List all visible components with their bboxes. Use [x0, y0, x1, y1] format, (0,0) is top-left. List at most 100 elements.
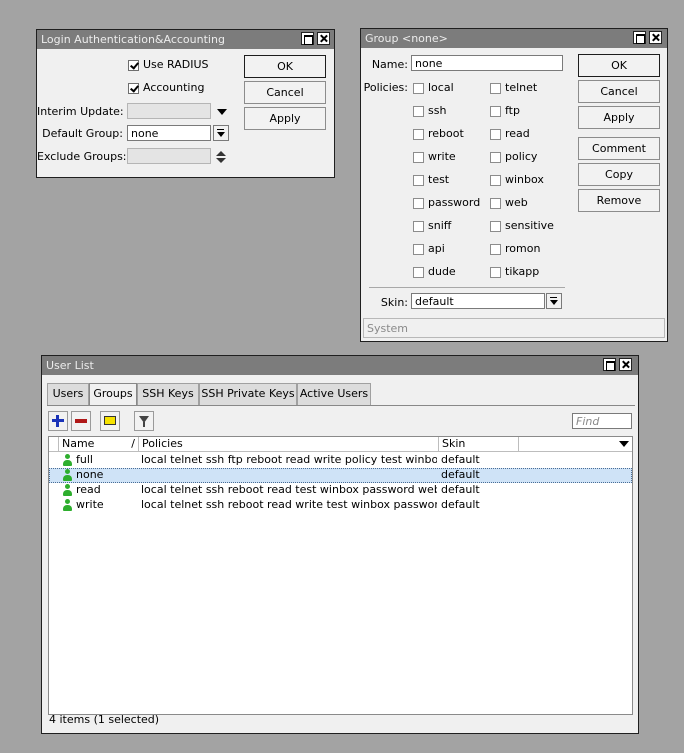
add-icon	[52, 415, 64, 427]
policy-ftp-checkbox[interactable]	[490, 106, 501, 117]
title-bar[interactable]: User List	[42, 356, 638, 375]
row-skin: default	[441, 498, 480, 511]
close-icon[interactable]	[649, 31, 662, 44]
ok-button[interactable]: OK	[578, 54, 660, 77]
copy-button[interactable]: Copy	[578, 163, 660, 186]
filter-icon-stem	[143, 422, 145, 427]
maximize-icon[interactable]	[633, 31, 646, 44]
policy-sensitive-checkbox[interactable]	[490, 221, 501, 232]
policy-read-checkbox[interactable]	[490, 129, 501, 140]
column-header-empty	[519, 437, 632, 452]
exclude-groups-field[interactable]	[127, 148, 211, 164]
column-header-name[interactable]: Name /	[59, 437, 139, 452]
expand-down-icon[interactable]	[217, 109, 227, 115]
add-remove-arrows-icon[interactable]	[216, 151, 226, 163]
name-field[interactable]: none	[411, 55, 563, 71]
policy-api-checkbox[interactable]	[413, 244, 424, 255]
group-icon	[63, 454, 72, 466]
window-title: Login Authentication&Accounting	[41, 33, 225, 46]
close-icon[interactable]	[317, 32, 330, 45]
policy-policy-checkbox[interactable]	[490, 152, 501, 163]
row-name: full	[76, 453, 93, 466]
policy-password-checkbox[interactable]	[413, 198, 424, 209]
remove-button[interactable]	[71, 411, 91, 431]
table-row[interactable]: none default	[49, 468, 632, 483]
policy-winbox-checkbox[interactable]	[490, 175, 501, 186]
policy-test-checkbox[interactable]	[413, 175, 424, 186]
use-radius-checkbox[interactable]	[128, 60, 139, 71]
skin-field[interactable]: default	[411, 293, 545, 309]
interim-update-field[interactable]	[127, 103, 211, 119]
tab-ssh-private-keys[interactable]: SSH Private Keys	[199, 383, 297, 405]
policy-romon-checkbox[interactable]	[490, 244, 501, 255]
policy-ssh-checkbox[interactable]	[413, 106, 424, 117]
row-skin: default	[441, 453, 480, 466]
title-bar[interactable]: Login Authentication&Accounting	[37, 30, 334, 49]
policy-local-checkbox[interactable]	[413, 83, 424, 94]
ok-button[interactable]: OK	[244, 55, 326, 78]
add-icon-bar	[56, 415, 59, 427]
row-name: none	[76, 468, 104, 481]
maximize-icon[interactable]	[301, 32, 314, 45]
group-icon	[63, 499, 72, 511]
policy-test-label: test	[428, 173, 450, 186]
policy-dude-label: dude	[428, 265, 456, 278]
tab-groups[interactable]: Groups	[89, 383, 137, 406]
group-list: Name / Policies Skin full local telnet s…	[48, 436, 633, 715]
row-skin: default	[441, 468, 480, 481]
policy-reboot-label: reboot	[428, 127, 464, 140]
title-bar[interactable]: Group <none>	[361, 29, 667, 48]
group-icon	[63, 469, 72, 481]
cancel-button[interactable]: Cancel	[578, 80, 660, 103]
tab-ssh-keys[interactable]: SSH Keys	[137, 383, 199, 405]
dropdown-icon[interactable]	[213, 125, 229, 141]
window-title: User List	[46, 359, 94, 372]
table-row[interactable]: write local telnet ssh reboot read write…	[49, 498, 632, 513]
status-text: 4 items (1 selected)	[49, 713, 160, 726]
policy-ftp-label: ftp	[505, 104, 520, 117]
table-row[interactable]: read local telnet ssh reboot read test w…	[49, 483, 632, 498]
maximize-icon[interactable]	[603, 358, 616, 371]
policy-read-label: read	[505, 127, 530, 140]
policy-reboot-checkbox[interactable]	[413, 129, 424, 140]
separator	[369, 287, 565, 288]
policy-winbox-label: winbox	[505, 173, 544, 186]
close-icon[interactable]	[619, 358, 632, 371]
row-policies: local telnet ssh reboot read test winbox…	[141, 483, 437, 496]
add-button[interactable]	[48, 411, 68, 431]
default-group-field[interactable]: none	[127, 125, 211, 141]
accounting-checkbox[interactable]	[128, 83, 139, 94]
row-name: read	[76, 483, 101, 496]
column-header-name-label: Name	[62, 437, 95, 450]
policy-telnet-checkbox[interactable]	[490, 83, 501, 94]
comment-icon	[104, 416, 116, 425]
column-header-icon	[49, 437, 59, 452]
policy-tikapp-checkbox[interactable]	[490, 267, 501, 278]
column-header-skin[interactable]: Skin	[439, 437, 519, 452]
find-input[interactable]: Find	[572, 413, 632, 429]
comment-button[interactable]: Comment	[578, 137, 660, 160]
tab-panel-border	[47, 405, 635, 406]
column-menu-icon[interactable]	[619, 441, 629, 447]
apply-button[interactable]: Apply	[244, 107, 326, 130]
comment-button[interactable]	[100, 411, 120, 431]
filter-button[interactable]	[134, 411, 154, 431]
apply-button[interactable]: Apply	[578, 106, 660, 129]
accounting-label: Accounting	[143, 81, 205, 94]
group-icon	[63, 484, 72, 496]
policies-label: Policies:	[363, 81, 408, 94]
table-row[interactable]: full local telnet ssh ftp reboot read wr…	[49, 453, 632, 468]
tab-active-users[interactable]: Active Users	[297, 383, 371, 405]
policy-sniff-checkbox[interactable]	[413, 221, 424, 232]
cancel-button[interactable]: Cancel	[244, 81, 326, 104]
policy-write-checkbox[interactable]	[413, 152, 424, 163]
remove-button[interactable]: Remove	[578, 189, 660, 212]
window-title: Group <none>	[365, 32, 448, 45]
policy-dude-checkbox[interactable]	[413, 267, 424, 278]
exclude-groups-label: Exclude Groups:	[37, 150, 127, 163]
dropdown-icon[interactable]	[546, 293, 562, 309]
tab-users[interactable]: Users	[47, 383, 89, 405]
column-header-policies[interactable]: Policies	[139, 437, 439, 452]
login-auth-window: Login Authentication&Accounting Use RADI…	[36, 29, 335, 178]
policy-web-checkbox[interactable]	[490, 198, 501, 209]
